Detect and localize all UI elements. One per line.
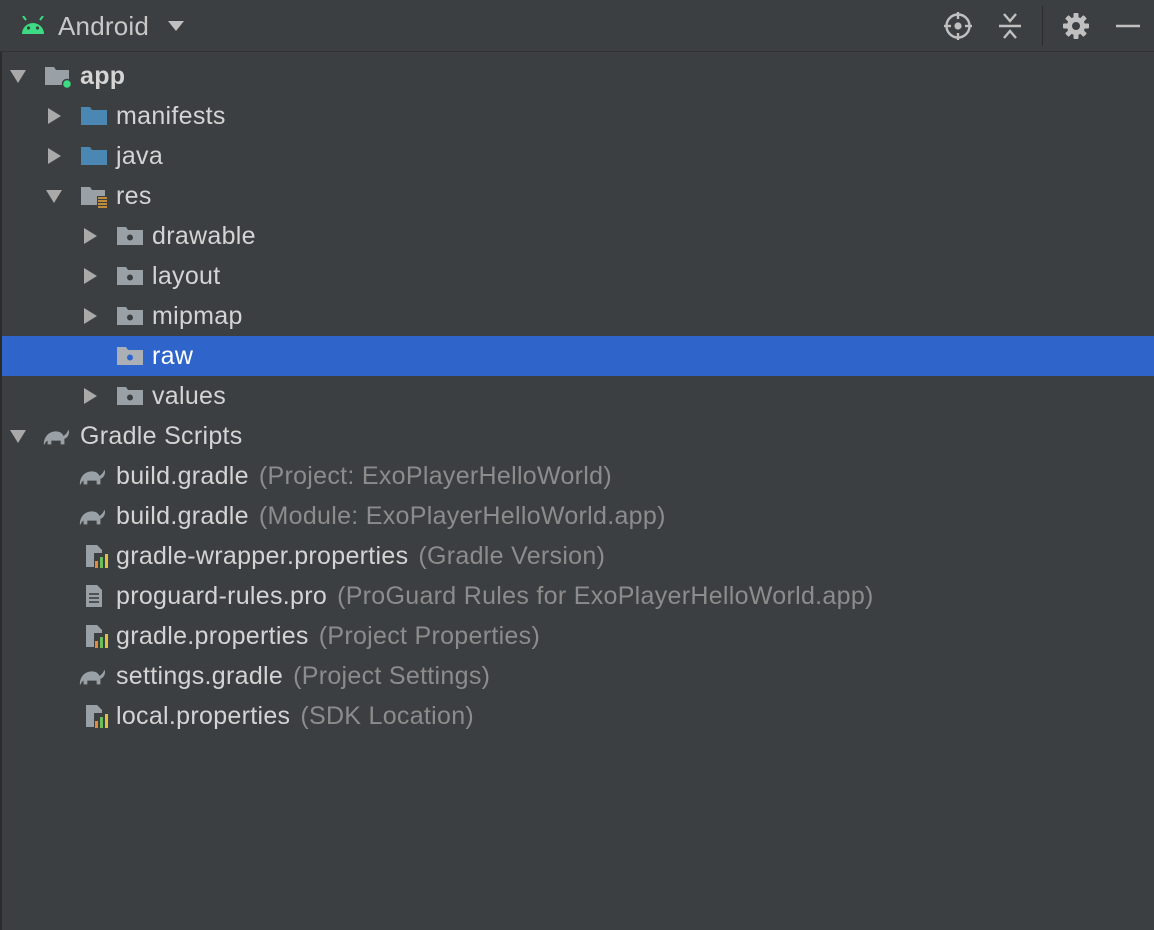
tree-item-gradle-scripts[interactable]: Gradle Scripts [2,416,1154,456]
tree-item-label: java [116,142,164,170]
package-folder-icon [117,307,143,325]
project-toolbar: Android [0,0,1154,52]
tree-item-label: mipmap [152,302,243,330]
file-name: build.gradle [116,502,249,530]
gradle-elephant-icon [79,669,106,685]
file-name: build.gradle [116,462,249,490]
expanded-arrow-icon[interactable] [10,68,26,84]
tree-item-app[interactable]: app [2,56,1154,96]
collapsed-arrow-icon[interactable] [46,148,62,164]
gradle-elephant-icon [43,429,70,445]
tree-item-label: raw [152,342,194,370]
collapse-all-icon [999,13,1021,39]
tree-item-res[interactable]: res [2,176,1154,216]
file-hint: (ProGuard Rules for ExoPlayerHelloWorld.… [337,582,874,610]
folder-icon [81,147,107,165]
locate-icon [944,12,972,40]
tree-item-label: values [152,382,227,410]
chevron-down-icon [168,21,185,31]
file-name: local.properties [116,702,291,730]
text-file-icon [86,585,102,607]
tree-item-label: manifests [116,102,226,130]
collapse-all-button[interactable] [994,10,1026,42]
tree-item-label: app [80,62,126,90]
gradle-elephant-icon [79,469,106,485]
collapsed-arrow-icon[interactable] [82,268,98,284]
file-name: gradle.properties [116,622,309,650]
package-folder-icon [117,347,143,365]
tree-item-label: res [116,182,152,210]
package-folder-icon [117,267,143,285]
file-hint: (Project Properties) [318,622,541,650]
tree-item-drawable[interactable]: drawable [2,216,1154,256]
settings-button[interactable] [1060,10,1092,42]
tree-item-mipmap[interactable]: mipmap [2,296,1154,336]
collapsed-arrow-icon[interactable] [82,308,98,324]
tree-item-file[interactable]: local.properties (SDK Location) [2,696,1154,736]
tree-item-raw[interactable]: raw [2,336,1154,376]
collapsed-arrow-icon[interactable] [82,228,98,244]
tree-item-file[interactable]: build.gradle (Module: ExoPlayerHelloWorld… [2,496,1154,536]
gear-icon [1063,13,1089,39]
file-hint: (SDK Location) [300,702,475,730]
tree-item-values[interactable]: values [2,376,1154,416]
tree-item-file[interactable]: gradle.properties (Project Properties) [2,616,1154,656]
resources-folder-icon [81,187,107,208]
toolbar-separator [1042,6,1043,46]
collapsed-arrow-icon[interactable] [82,388,98,404]
file-hint: (Gradle Version) [418,542,606,570]
expanded-arrow-icon[interactable] [10,428,26,444]
locate-file-button[interactable] [942,10,974,42]
file-hint: (Module: ExoPlayerHelloWorld.app) [258,502,666,530]
properties-file-icon [86,705,110,728]
tree-item-manifests[interactable]: manifests [2,96,1154,136]
tree-item-java[interactable]: java [2,136,1154,176]
package-folder-icon [117,387,143,405]
gradle-elephant-icon [79,509,106,525]
view-selector-label: Android [58,10,150,41]
tree-item-file[interactable]: proguard-rules.pro (ProGuard Rules for Ex… [2,576,1154,616]
file-hint: (Project: ExoPlayerHelloWorld) [258,462,612,490]
file-name: settings.gradle [116,662,284,690]
tree-item-file[interactable]: settings.gradle (Project Settings) [2,656,1154,696]
file-hint: (Project Settings) [293,662,491,690]
expanded-arrow-icon[interactable] [46,188,62,204]
folder-icon [81,107,107,125]
android-icon [22,16,44,34]
tree-item-file[interactable]: build.gradle (Project: ExoPlayerHelloWorl… [2,456,1154,496]
view-selector-dropdown[interactable]: Android [20,10,185,42]
properties-file-icon [86,625,110,648]
collapsed-arrow-icon[interactable] [46,108,62,124]
tree-item-label: layout [152,262,221,290]
package-folder-icon [117,227,143,245]
file-name: gradle-wrapper.properties [116,542,409,570]
tree-item-layout[interactable]: layout [2,256,1154,296]
module-folder-icon [45,67,72,88]
tree-item-label: drawable [152,222,256,250]
minimize-button[interactable] [1112,10,1144,42]
properties-file-icon [86,545,110,568]
tree-item-label: Gradle Scripts [80,422,243,450]
minimize-icon [1116,24,1140,28]
tree-item-file[interactable]: gradle-wrapper.properties (Gradle Version… [2,536,1154,576]
file-name: proguard-rules.pro [116,582,328,610]
